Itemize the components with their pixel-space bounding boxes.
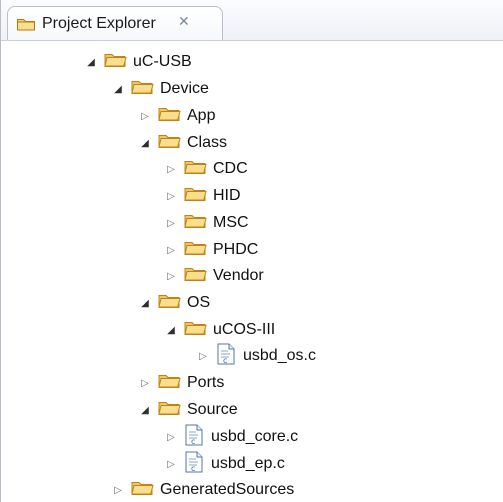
project-explorer-panel: Project Explorer ✕ ◢ uC-USB ◢ Device ▷ A… [0, 0, 503, 502]
expand-toggle-icon[interactable]: ◢ [138, 136, 152, 150]
folder-icon [16, 16, 36, 32]
svg-text:c: c [223, 356, 227, 365]
collapse-toggle-icon[interactable]: ▷ [164, 216, 178, 230]
tree-item-label: Ports [187, 374, 225, 391]
tree-item-class[interactable]: ◢ Class [138, 131, 227, 155]
folder-icon [184, 239, 213, 261]
tree-item-label: uCOS-III [213, 321, 276, 338]
tree-item-usbd-ep-c[interactable]: ▷ c usbd_ep.c [164, 451, 285, 478]
tree-item-ucos-iii[interactable]: ◢ uCOS-III [164, 318, 275, 342]
view-tab-bar: Project Explorer ✕ [1, 0, 503, 41]
folder-icon [184, 265, 213, 287]
tab-project-explorer[interactable]: Project Explorer ✕ [7, 6, 223, 40]
collapse-toggle-icon[interactable]: ▷ [138, 376, 152, 390]
tree-item-phdc[interactable]: ▷ PHDC [164, 238, 258, 262]
tree-item-source[interactable]: ◢ Source [138, 398, 238, 422]
collapse-toggle-icon[interactable]: ▷ [196, 349, 210, 363]
folder-icon [158, 372, 187, 394]
folder-icon [131, 78, 160, 100]
collapse-toggle-icon[interactable]: ▷ [164, 430, 178, 444]
collapse-toggle-icon[interactable]: ▷ [164, 457, 178, 471]
tree-item-usbd-os-c[interactable]: ▷ c usbd_os.c [196, 343, 316, 370]
tree-item-hid[interactable]: ▷ HID [164, 184, 241, 208]
folder-icon [184, 185, 213, 207]
tree-item-label: PHDC [213, 241, 259, 258]
folder-icon [104, 51, 133, 73]
expand-toggle-icon[interactable]: ◢ [138, 296, 152, 310]
tree-item-ports[interactable]: ▷ Ports [138, 371, 224, 395]
tree-item-cdc[interactable]: ▷ CDC [164, 157, 248, 181]
close-icon[interactable]: ✕ [178, 14, 190, 28]
folder-icon [158, 399, 187, 421]
svg-text:c: c [191, 437, 195, 446]
expand-toggle-icon[interactable]: ◢ [111, 82, 125, 96]
collapse-toggle-icon[interactable]: ▷ [164, 162, 178, 176]
tree-item-label: usbd_ep.c [211, 455, 285, 472]
expand-toggle-icon[interactable]: ◢ [84, 55, 98, 69]
tree-item-app[interactable]: ▷ App [138, 104, 215, 128]
tree-item-device[interactable]: ◢ Device [111, 77, 209, 101]
folder-icon [184, 158, 213, 180]
tab-title: Project Explorer [42, 15, 156, 32]
tree-item-label: Vendor [213, 267, 264, 284]
folder-icon [158, 105, 187, 127]
collapse-toggle-icon[interactable]: ▷ [164, 243, 178, 257]
tree-item-label: CDC [213, 160, 248, 177]
expand-toggle-icon[interactable]: ◢ [164, 323, 178, 337]
tree-item-label: usbd_os.c [243, 347, 316, 364]
tree-item-label: Device [160, 80, 209, 97]
tree-item-generatedsources[interactable]: ▷ GeneratedSources [111, 478, 294, 502]
tree-item-uc-usb[interactable]: ◢ uC-USB [84, 50, 192, 74]
folder-icon [158, 292, 187, 314]
svg-text:c: c [191, 464, 195, 473]
collapse-toggle-icon[interactable]: ▷ [164, 269, 178, 283]
collapse-toggle-icon[interactable]: ▷ [138, 109, 152, 123]
tree-item-label: GeneratedSources [160, 481, 295, 498]
tree-item-usbd-core-c[interactable]: ▷ c usbd_core.c [164, 424, 299, 451]
tree-item-label: uC-USB [133, 53, 192, 70]
c-source-file-icon: c [184, 451, 211, 478]
tree-item-label: HID [213, 187, 241, 204]
folder-icon [184, 319, 213, 341]
folder-icon [184, 212, 213, 234]
folder-icon [158, 132, 187, 154]
tree-item-label: App [187, 107, 216, 124]
tree-item-msc[interactable]: ▷ MSC [164, 211, 249, 235]
collapse-toggle-icon[interactable]: ▷ [111, 483, 125, 497]
tree-item-vendor[interactable]: ▷ Vendor [164, 264, 264, 288]
c-source-file-icon: c [216, 343, 243, 370]
project-tree: ◢ uC-USB ◢ Device ▷ App ◢ Class ▷ CDC ▷ … [1, 40, 503, 502]
folder-icon [131, 479, 160, 501]
expand-toggle-icon[interactable]: ◢ [138, 403, 152, 417]
tree-item-label: usbd_core.c [211, 428, 299, 445]
c-source-file-icon: c [184, 424, 211, 451]
tree-item-label: Class [187, 134, 228, 151]
tree-item-label: Source [187, 401, 238, 418]
collapse-toggle-icon[interactable]: ▷ [164, 189, 178, 203]
tree-item-label: MSC [213, 214, 249, 231]
tree-item-label: OS [187, 294, 211, 311]
tree-item-os[interactable]: ◢ OS [138, 291, 210, 315]
